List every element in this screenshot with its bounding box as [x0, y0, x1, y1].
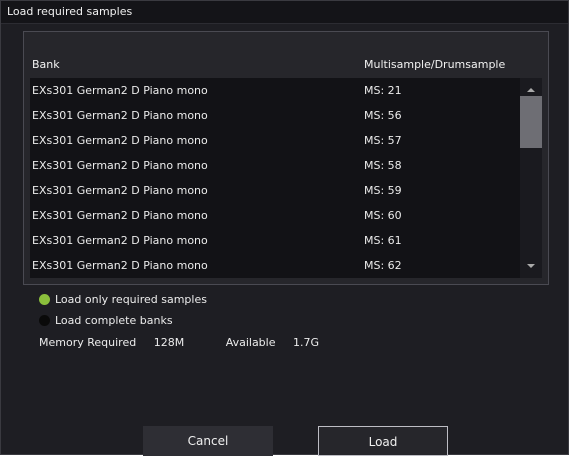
sample-id: MS: 21 — [364, 84, 402, 97]
bank-name: EXs301 German2 D Piano mono — [32, 234, 208, 247]
sample-id: MS: 58 — [364, 159, 402, 172]
column-header-bank: Bank — [32, 58, 60, 71]
list-item[interactable]: EXs301 German2 D Piano mono MS: 62 — [30, 253, 542, 278]
memory-required-value: 128M — [153, 336, 185, 349]
radio-selected-icon[interactable] — [39, 294, 50, 305]
column-header-sample: Multisample/Drumsample — [364, 58, 506, 71]
load-samples-dialog: Load required samples Bank Multisample/D… — [0, 0, 569, 456]
scrollbar-thumb[interactable] — [520, 96, 542, 148]
list-item[interactable]: EXs301 German2 D Piano mono MS: 57 — [30, 128, 542, 153]
bank-name: EXs301 German2 D Piano mono — [32, 259, 208, 272]
bank-name: EXs301 German2 D Piano mono — [32, 184, 208, 197]
list-scrollbar[interactable] — [520, 78, 542, 278]
samples-list-panel: Bank Multisample/Drumsample EXs301 Germa… — [23, 31, 549, 285]
samples-list: EXs301 German2 D Piano mono MS: 21 EXs30… — [30, 78, 542, 278]
radio-unselected-icon[interactable] — [39, 315, 50, 326]
load-button[interactable]: Load — [318, 426, 448, 456]
memory-required-label: Memory Required — [39, 336, 137, 349]
dialog-titlebar: Load required samples — [1, 1, 568, 24]
list-item[interactable]: EXs301 German2 D Piano mono MS: 59 — [30, 178, 542, 203]
sample-id: MS: 59 — [364, 184, 402, 197]
memory-available-label: Available — [225, 336, 276, 349]
bank-name: EXs301 German2 D Piano mono — [32, 134, 208, 147]
list-item[interactable]: EXs301 German2 D Piano mono MS: 21 — [30, 78, 542, 103]
list-item[interactable]: EXs301 German2 D Piano mono MS: 56 — [30, 103, 542, 128]
sample-id: MS: 56 — [364, 109, 402, 122]
scroll-up-arrow-icon[interactable] — [527, 88, 535, 92]
bank-name: EXs301 German2 D Piano mono — [32, 209, 208, 222]
bank-name: EXs301 German2 D Piano mono — [32, 84, 208, 97]
list-item[interactable]: EXs301 German2 D Piano mono MS: 61 — [30, 228, 542, 253]
list-item[interactable]: EXs301 German2 D Piano mono MS: 60 — [30, 203, 542, 228]
sample-id: MS: 61 — [364, 234, 402, 247]
sample-id: MS: 57 — [364, 134, 402, 147]
sample-id: MS: 60 — [364, 209, 402, 222]
list-header: Bank Multisample/Drumsample — [24, 54, 548, 76]
bank-name: EXs301 German2 D Piano mono — [32, 109, 208, 122]
radio-label: Load only required samples — [55, 293, 207, 306]
memory-info: Memory Required 128M Available 1.7G — [39, 336, 333, 349]
memory-available-value: 1.7G — [293, 336, 320, 349]
list-item[interactable]: EXs301 German2 D Piano mono MS: 58 — [30, 153, 542, 178]
cancel-button[interactable]: Cancel — [143, 426, 273, 456]
scroll-down-arrow-icon[interactable] — [527, 264, 535, 268]
bank-name: EXs301 German2 D Piano mono — [32, 159, 208, 172]
radio-label: Load complete banks — [55, 314, 173, 327]
sample-id: MS: 62 — [364, 259, 402, 272]
dialog-title: Load required samples — [7, 5, 133, 18]
